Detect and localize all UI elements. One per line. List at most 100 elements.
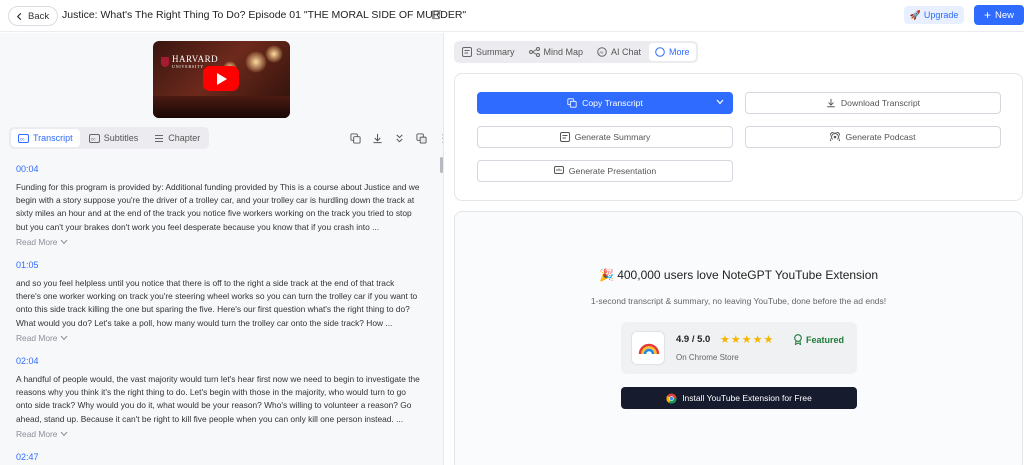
- upgrade-label: Upgrade: [923, 10, 959, 20]
- install-label: Install YouTube Extension for Free: [682, 393, 812, 403]
- transcript-toolbar: [348, 131, 443, 145]
- svg-text:cc: cc: [91, 136, 96, 141]
- chevron-down-icon[interactable]: [716, 99, 724, 105]
- segment-timestamp[interactable]: 02:47: [16, 452, 421, 462]
- download-transcript-button[interactable]: Download Transcript: [745, 92, 1001, 114]
- translate-icon[interactable]: [414, 131, 428, 145]
- read-more-label: Read More: [16, 428, 58, 439]
- more-vertical-icon[interactable]: [436, 131, 443, 145]
- svg-text:cc: cc: [20, 136, 25, 141]
- copy-icon[interactable]: [348, 131, 362, 145]
- tab-more[interactable]: More: [649, 43, 696, 61]
- segment-timestamp[interactable]: 02:04: [16, 356, 421, 366]
- read-more-link[interactable]: Read More: [16, 429, 421, 439]
- tab-summary[interactable]: Summary: [456, 43, 521, 61]
- tab-chapter-label: Chapter: [168, 133, 201, 143]
- download-icon: [827, 98, 835, 108]
- transcript-segment: 01:05 and so you feel helpless until you…: [16, 260, 421, 343]
- copy-icon: [567, 98, 577, 108]
- plus-icon: +: [983, 8, 991, 22]
- generate-presentation-label: Generate Presentation: [568, 166, 657, 176]
- segment-text: A handful of people would, the vast majo…: [16, 374, 420, 424]
- tab-mind-map[interactable]: Mind Map: [523, 43, 590, 61]
- presentation-icon: [553, 166, 564, 174]
- tab-more-label: More: [669, 47, 690, 57]
- summary-icon: [559, 132, 570, 142]
- transcript-segment: 02:04 A handful of people would, the vas…: [16, 356, 421, 439]
- featured-badge: Featured: [793, 334, 844, 345]
- tab-subtitles-label: Subtitles: [103, 133, 139, 143]
- upgrade-button[interactable]: 🚀 Upgrade: [904, 6, 964, 24]
- back-button[interactable]: Back: [8, 6, 59, 26]
- transcript-tabs: cc Transcript cc Subtitles Chapter: [9, 127, 210, 149]
- new-label: New: [995, 9, 1015, 21]
- transcript-panel: HARVARD UNIVERSITY cc Transcript cc Subti…: [0, 33, 444, 465]
- play-icon[interactable]: [203, 66, 239, 91]
- read-more-label: Read More: [16, 236, 58, 247]
- collapse-icon[interactable]: [392, 131, 406, 145]
- install-extension-button[interactable]: Install YouTube Extension for Free: [621, 387, 857, 409]
- svg-text:AI: AI: [599, 50, 603, 55]
- segment-text: Funding for this program is provided by:…: [16, 182, 420, 232]
- transcript-segment: 02:47: [16, 452, 421, 465]
- tools-panel: Summary Mind Map AI AI Chat More Copy Tr…: [445, 33, 1024, 465]
- cc-icon: cc: [18, 133, 29, 143]
- segment-text: and so you feel helpless until you notic…: [16, 278, 418, 328]
- scrollbar-thumb[interactable]: [440, 157, 443, 173]
- podcast-icon: [830, 132, 841, 142]
- promo-subtitle: 1-second transcript & summary, no leavin…: [590, 296, 887, 306]
- generate-summary-button[interactable]: Generate Summary: [477, 126, 733, 148]
- tab-ai-chat-label: AI Chat: [611, 47, 642, 57]
- rocket-icon: 🚀: [909, 9, 921, 20]
- circle-icon: [655, 47, 665, 57]
- promo-title: 🎉 400,000 users love NoteGPT YouTube Ext…: [598, 268, 879, 282]
- read-more-link[interactable]: Read More: [16, 333, 421, 343]
- read-more-label: Read More: [16, 332, 58, 343]
- award-icon: [794, 334, 802, 345]
- generate-presentation-button[interactable]: Generate Presentation: [477, 160, 733, 182]
- tab-chapter[interactable]: Chapter: [147, 129, 207, 147]
- arrow-left-icon: [16, 12, 22, 20]
- generate-podcast-button[interactable]: Generate Podcast: [745, 126, 1001, 148]
- chrome-store-rating: 4.9 / 5.0 ★★★★★ Featured On Chrome Store: [621, 322, 857, 374]
- cc-icon: cc: [88, 133, 100, 143]
- tab-mind-map-label: Mind Map: [543, 47, 584, 57]
- read-more-link[interactable]: Read More: [16, 237, 421, 247]
- store-name: On Chrome Store: [676, 353, 739, 362]
- actions-card: Copy Transcript Download Transcript Gene…: [454, 73, 1023, 201]
- tab-ai-chat[interactable]: AI AI Chat: [591, 43, 647, 61]
- extension-promo-card: 🎉 400,000 users love NoteGPT YouTube Ext…: [454, 211, 1023, 465]
- shield-icon: [161, 56, 169, 67]
- segment-timestamp[interactable]: 01:05: [16, 260, 421, 270]
- chrome-icon: [666, 392, 677, 404]
- download-icon[interactable]: [370, 131, 384, 145]
- tab-subtitles[interactable]: cc Subtitles: [82, 129, 146, 147]
- edit-icon[interactable]: [431, 9, 442, 20]
- copy-transcript-button[interactable]: Copy Transcript: [477, 92, 733, 114]
- tab-transcript-label: Transcript: [33, 133, 73, 143]
- featured-label: Featured: [806, 334, 845, 345]
- download-transcript-label: Download Transcript: [840, 98, 921, 108]
- star-rating: ★★★★★: [720, 334, 775, 346]
- chat-icon: AI: [597, 47, 607, 57]
- chevron-down-icon: [61, 431, 68, 437]
- top-bar: Back Justice: What's The Right Thing To …: [0, 0, 1024, 32]
- video-thumbnail[interactable]: HARVARD UNIVERSITY: [153, 41, 290, 118]
- page-title: Justice: What's The Right Thing To Do? E…: [62, 9, 467, 21]
- transcript-segment: 00:04 Funding for this program is provid…: [16, 164, 421, 247]
- feature-tabs: Summary Mind Map AI AI Chat More: [454, 41, 698, 63]
- extension-logo: [631, 331, 665, 365]
- tab-transcript[interactable]: cc Transcript: [11, 129, 80, 147]
- generate-podcast-label: Generate Podcast: [845, 132, 916, 142]
- chevron-down-icon: [61, 239, 68, 245]
- rating-value: 4.9 / 5.0: [676, 334, 711, 345]
- copy-transcript-label: Copy Transcript: [582, 98, 643, 108]
- mindmap-icon: [528, 47, 540, 57]
- back-label: Back: [28, 10, 50, 22]
- new-button[interactable]: + New: [974, 5, 1024, 25]
- chevron-down-icon: [61, 335, 68, 341]
- segment-timestamp[interactable]: 00:04: [16, 164, 421, 174]
- tab-summary-label: Summary: [476, 47, 515, 57]
- summary-icon: [462, 47, 472, 57]
- list-icon: [155, 134, 164, 142]
